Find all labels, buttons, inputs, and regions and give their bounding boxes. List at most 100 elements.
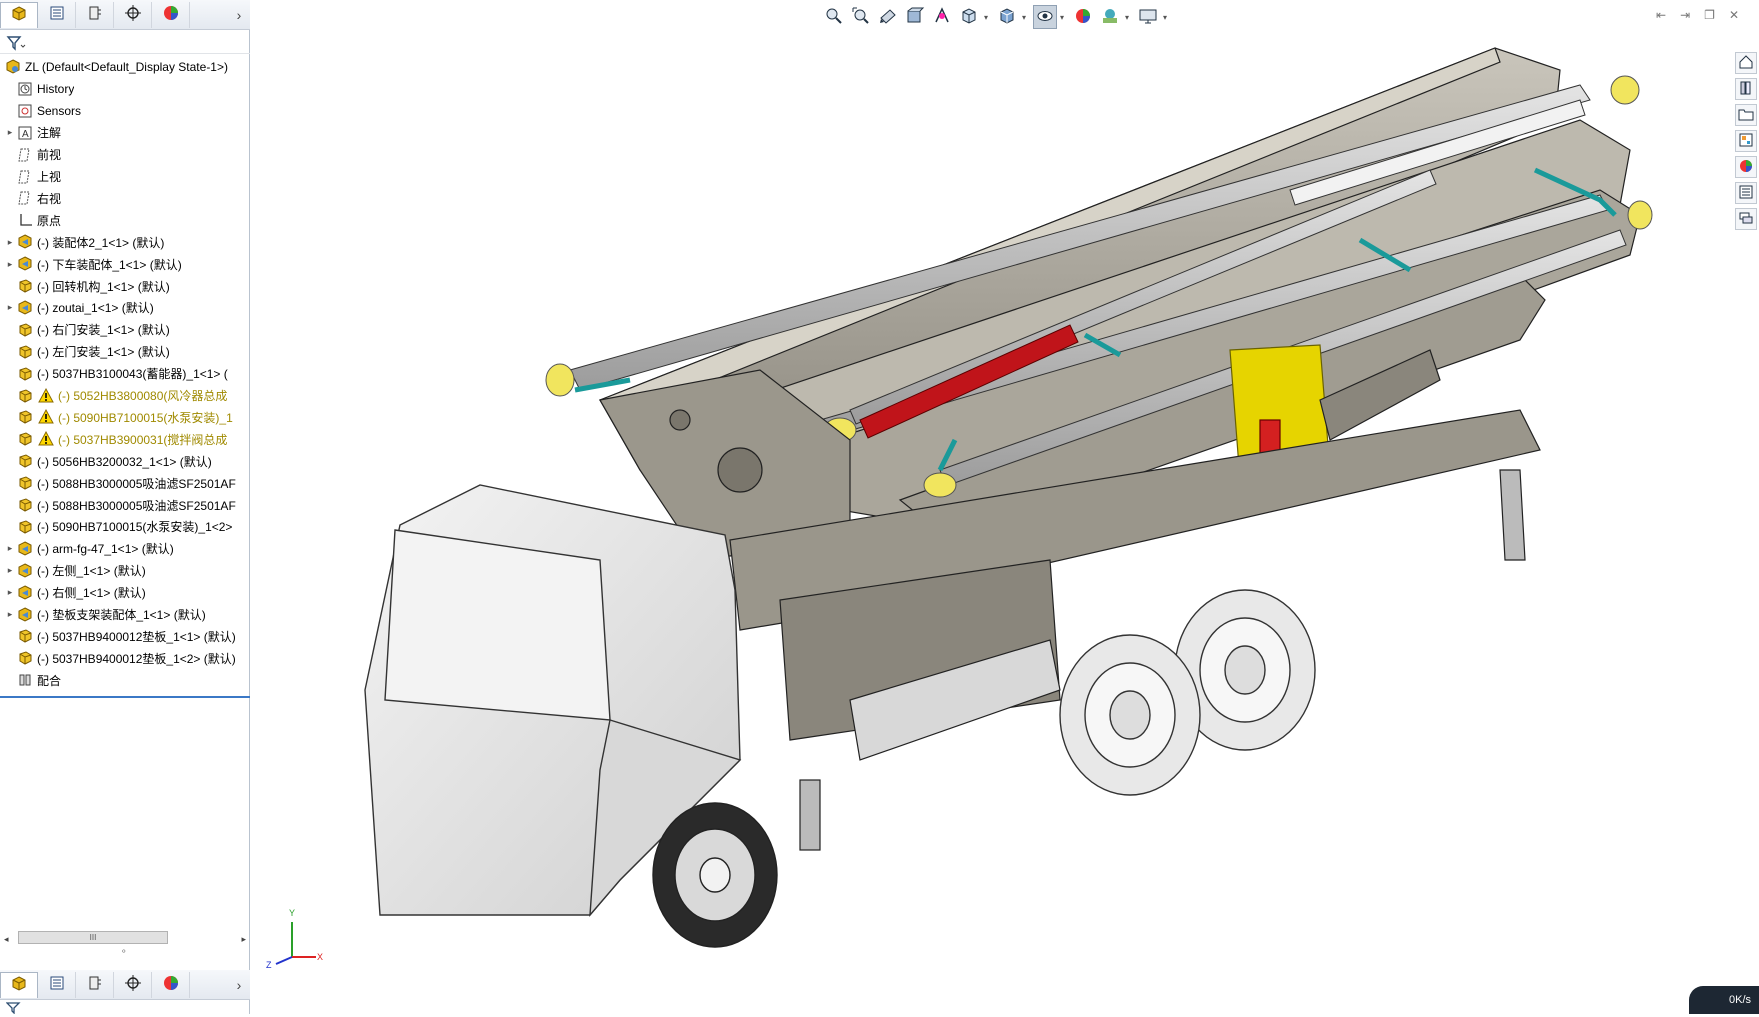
tree-item[interactable]: History bbox=[0, 78, 250, 100]
zoom-to-area-icon bbox=[851, 6, 871, 29]
dropdown-arrow-icon[interactable]: ▾ bbox=[1125, 13, 1133, 22]
edit-appearance-button[interactable] bbox=[1071, 5, 1095, 29]
more-tabs-chevron-icon[interactable]: › bbox=[228, 7, 250, 23]
tree-item-label: (-) 5056HB3200032_1<1> (默认) bbox=[37, 454, 212, 469]
expand-arrow-icon[interactable]: ▸ bbox=[4, 543, 16, 554]
dropdown-arrow-icon[interactable]: ▾ bbox=[984, 13, 992, 22]
tree-item[interactable]: (-) 5090HB7100015(水泵安装)_1<2> bbox=[0, 516, 250, 538]
expand-arrow-icon[interactable]: ▸ bbox=[4, 237, 16, 248]
part-icon bbox=[16, 649, 34, 667]
hide-show-items-button[interactable] bbox=[1033, 5, 1057, 29]
tree-item[interactable]: (-) 5056HB3200032_1<1> (默认) bbox=[0, 450, 250, 472]
dropdown-arrow-icon[interactable]: ▾ bbox=[1163, 13, 1171, 22]
expand-arrow-icon[interactable]: ▸ bbox=[4, 565, 16, 576]
dropdown-arrow-icon[interactable]: ▾ bbox=[1022, 13, 1030, 22]
bottom-display-manager-tab[interactable] bbox=[152, 971, 190, 998]
tree-item[interactable]: 右视 bbox=[0, 187, 250, 209]
dimxpert-tab[interactable] bbox=[114, 1, 152, 28]
zoom-to-area-button[interactable] bbox=[849, 5, 873, 29]
annotations-icon: A bbox=[16, 124, 34, 142]
tree-item-label: (-) 5037HB9400012垫板_1<2> (默认) bbox=[37, 651, 236, 666]
tree-item[interactable]: 上视 bbox=[0, 166, 250, 188]
tree-item[interactable]: (-) 5037HB3900031(搅拌阀总成 bbox=[0, 428, 250, 450]
subassembly-icon bbox=[16, 255, 34, 273]
file-explorer-button[interactable] bbox=[1735, 104, 1757, 126]
plane-icon bbox=[16, 168, 34, 186]
expand-arrow-icon[interactable]: ▸ bbox=[4, 302, 16, 313]
tree-item[interactable]: (-) 5037HB9400012垫板_1<2> (默认) bbox=[0, 647, 250, 669]
tree-item[interactable]: ▸ (-) 右侧_1<1> (默认) bbox=[0, 582, 250, 604]
tree-item[interactable]: 配合 bbox=[0, 669, 250, 691]
tree-item[interactable]: (-) 5088HB3000005吸油滤SF2501AF bbox=[0, 494, 250, 516]
splitter-grip[interactable]: ⚬ bbox=[120, 946, 128, 957]
section-view-button[interactable] bbox=[903, 5, 927, 29]
configuration-manager-icon bbox=[86, 974, 104, 995]
subassembly-icon bbox=[16, 606, 34, 624]
solidworks-resources-button[interactable] bbox=[1735, 52, 1757, 74]
filter-icon-bottom[interactable] bbox=[5, 1002, 22, 1017]
tree-item[interactable]: Sensors bbox=[0, 100, 250, 122]
apply-scene-button[interactable] bbox=[1098, 5, 1122, 29]
appearances-button[interactable] bbox=[1735, 156, 1757, 178]
folder-icon bbox=[1738, 106, 1754, 125]
tree-item[interactable]: (-) 5088HB3000005吸油滤SF2501AF bbox=[0, 472, 250, 494]
tree-item[interactable]: ▸ (-) 下车装配体_1<1> (默认) bbox=[0, 253, 250, 275]
previous-view-button[interactable] bbox=[876, 5, 900, 29]
design-library-button[interactable] bbox=[1735, 78, 1757, 100]
tree-item[interactable]: (-) 左门安装_1<1> (默认) bbox=[0, 341, 250, 363]
custom-properties-button[interactable] bbox=[1735, 182, 1757, 204]
dropdown-arrow-icon[interactable]: ▾ bbox=[1060, 13, 1068, 22]
tree-item[interactable]: ZL (Default<Default_Display State-1>) bbox=[0, 56, 250, 78]
configuration-manager-tab[interactable] bbox=[76, 1, 114, 28]
tree-item[interactable]: (-) 5090HB7100015(水泵安装)_1 bbox=[0, 406, 250, 428]
view-settings-button[interactable] bbox=[1136, 5, 1160, 29]
tree-item[interactable]: ▸ (-) 装配体2_1<1> (默认) bbox=[0, 231, 250, 253]
tree-item-label: (-) 装配体2_1<1> (默认) bbox=[37, 235, 165, 250]
model-view[interactable] bbox=[251, 0, 1731, 1014]
tree-item[interactable]: (-) 右门安装_1<1> (默认) bbox=[0, 319, 250, 341]
tree-item[interactable]: ▸ (-) zoutai_1<1> (默认) bbox=[0, 297, 250, 319]
rear-wheels bbox=[1059, 589, 1316, 796]
filter-icon[interactable] bbox=[6, 35, 26, 54]
tile-left-icon[interactable]: ⇤ bbox=[1656, 8, 1666, 22]
bottom-property-manager-tab[interactable] bbox=[38, 971, 76, 998]
expand-arrow-icon[interactable]: ▸ bbox=[4, 259, 16, 270]
tree-item[interactable]: (-) 5037HB3100043(蓄能器)_1<1> ( bbox=[0, 363, 250, 385]
view-orientation-button[interactable] bbox=[957, 5, 981, 29]
tree-item[interactable]: 前视 bbox=[0, 144, 250, 166]
view-palette-button[interactable] bbox=[1735, 130, 1757, 152]
graphics-area[interactable] bbox=[251, 0, 1731, 1014]
restore-icon[interactable]: ❐ bbox=[1704, 8, 1715, 22]
tree-item-label: 注解 bbox=[37, 126, 62, 141]
close-icon[interactable]: ✕ bbox=[1729, 8, 1739, 22]
bottom-dimxpert-tab[interactable] bbox=[114, 971, 152, 998]
tree-item[interactable]: ▸ A 注解 bbox=[0, 122, 250, 144]
tile-right-icon[interactable]: ⇥ bbox=[1680, 8, 1690, 22]
property-manager-tab[interactable] bbox=[38, 1, 76, 28]
horizontal-scrollbar[interactable]: ◂ III ▸ bbox=[0, 930, 250, 946]
bottom-feature-manager-tab[interactable] bbox=[0, 971, 38, 998]
bottom-configuration-manager-tab[interactable] bbox=[76, 971, 114, 998]
dynamic-annotation-button[interactable] bbox=[930, 5, 954, 29]
display-style-button[interactable] bbox=[995, 5, 1019, 29]
scrollbar-thumb[interactable]: III bbox=[18, 931, 168, 944]
tree-item[interactable]: ▸ (-) 垫板支架装配体_1<1> (默认) bbox=[0, 604, 250, 626]
warning-icon bbox=[16, 430, 34, 448]
tree-item[interactable]: (-) 回转机构_1<1> (默认) bbox=[0, 275, 250, 297]
tree-item[interactable]: 原点 bbox=[0, 209, 250, 231]
tree-item[interactable]: ▸ (-) 左侧_1<1> (默认) bbox=[0, 560, 250, 582]
expand-arrow-icon[interactable]: ▸ bbox=[4, 609, 16, 620]
forum-button[interactable] bbox=[1735, 208, 1757, 230]
design-library-icon bbox=[1738, 80, 1754, 99]
tree-item[interactable]: ▸ (-) arm-fg-47_1<1> (默认) bbox=[0, 538, 250, 560]
zoom-to-fit-icon bbox=[824, 6, 844, 29]
tree-item[interactable]: (-) 5037HB9400012垫板_1<1> (默认) bbox=[0, 625, 250, 647]
zoom-to-fit-button[interactable] bbox=[822, 5, 846, 29]
expand-arrow-icon[interactable]: ▸ bbox=[4, 587, 16, 598]
more-tabs-chevron-icon[interactable]: › bbox=[228, 977, 250, 993]
display-manager-tab[interactable] bbox=[152, 1, 190, 28]
task-pane bbox=[1733, 52, 1759, 230]
expand-arrow-icon[interactable]: ▸ bbox=[4, 127, 16, 138]
tree-item[interactable]: (-) 5052HB3800080(风冷器总成 bbox=[0, 385, 250, 407]
feature-manager-tab[interactable] bbox=[0, 1, 38, 28]
